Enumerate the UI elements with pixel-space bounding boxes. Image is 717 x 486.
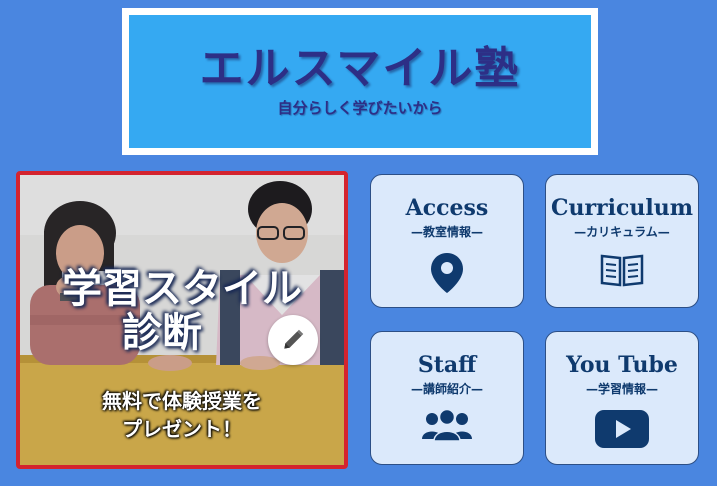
logo-panel: エルスマイル塾 自分らしく学びたいから <box>129 15 591 148</box>
learning-style-diagnosis-card[interactable]: 学習スタイル 診断 無料で体験授業を プレゼント！ <box>16 171 348 469</box>
users-icon <box>422 409 472 441</box>
diagnosis-title-line1: 学習スタイル <box>62 266 302 312</box>
nav-card-subtitle: —教室情報— <box>410 225 483 239</box>
pencil-icon-graphic <box>284 329 304 349</box>
nav-card-subtitle: —学習情報— <box>585 382 658 396</box>
nav-card-title: Access <box>405 195 489 221</box>
nav-card-curriculum[interactable]: Curriculum —カリキュラム— <box>545 174 699 308</box>
nav-card-subtitle: —講師紹介— <box>410 382 483 396</box>
book-icon <box>600 254 644 287</box>
nav-card-title: You Tube <box>566 352 678 378</box>
logo-banner[interactable]: エルスマイル塾 自分らしく学びたいから <box>122 8 598 155</box>
nav-card-title: Curriculum <box>550 195 694 221</box>
nav-card-youtube[interactable]: You Tube —学習情報— <box>545 331 699 465</box>
diagnosis-offer: 無料で体験授業を プレゼント！ <box>20 387 344 443</box>
nav-card-title: Staff <box>417 352 477 378</box>
site-title: エルスマイル塾 <box>199 42 521 94</box>
nav-card-access[interactable]: Access —教室情報— <box>370 174 524 308</box>
youtube-play-icon <box>595 410 649 448</box>
pencil-icon[interactable] <box>268 315 318 365</box>
site-subtitle: 自分らしく学びたいから <box>277 99 443 118</box>
nav-card-staff[interactable]: Staff —講師紹介— <box>370 331 524 465</box>
diagnosis-offer-line2: プレゼント！ <box>122 417 242 441</box>
map-pin-icon <box>431 253 463 293</box>
diagnosis-offer-line1: 無料で体験授業を <box>102 389 262 413</box>
nav-card-subtitle: —カリキュラム— <box>574 225 670 239</box>
